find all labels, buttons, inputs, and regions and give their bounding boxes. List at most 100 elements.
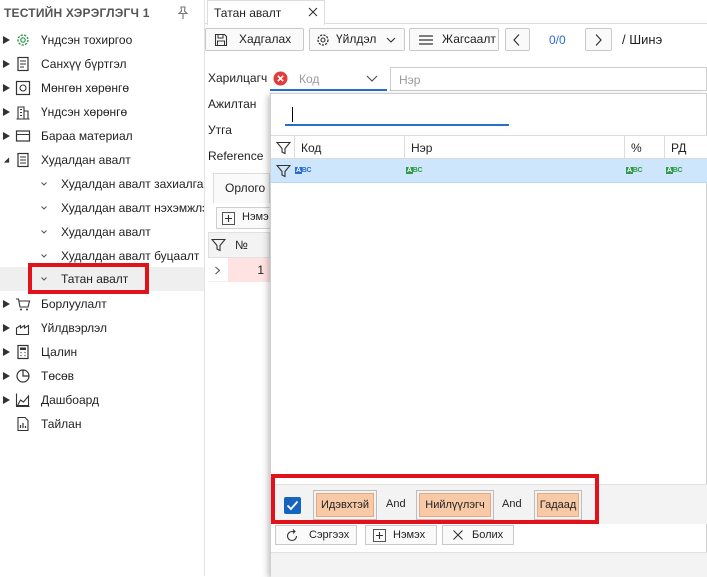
column-header-label: Нэр: [411, 141, 433, 155]
sidebar-item-report[interactable]: Тайлан: [0, 412, 204, 436]
row-number: 1: [228, 258, 270, 282]
sidebar-item-label: Үндсэн хөрөнгө: [41, 105, 128, 119]
text-filter-icon[interactable]: ABC: [626, 166, 643, 176]
chevron-down-icon: [41, 182, 47, 186]
tab-income[interactable]: Орлого: [213, 173, 270, 203]
expand-arrow-icon[interactable]: [3, 36, 10, 44]
partner-code-input[interactable]: Код: [270, 67, 387, 91]
close-icon: [453, 530, 463, 540]
collapse-arrow-icon[interactable]: [3, 156, 10, 164]
expand-arrow-icon[interactable]: [3, 108, 10, 116]
sidebar-item-label: Санхүү бүртгэл: [41, 57, 127, 71]
table-row[interactable]: 1: [208, 258, 270, 282]
sidebar-item-label: Худалдан авалт захиалга: [61, 177, 204, 191]
toolbar: Хадгалах Үйлдэл Жагсаалт 0/0 / Шинэ: [205, 25, 707, 55]
list-button-label: Жагсаалт: [442, 32, 496, 46]
sidebar-item-cash[interactable]: Мөнгөн хөрөнгө: [0, 76, 204, 100]
chevron-left-icon: [513, 34, 520, 46]
ledger-icon: [17, 56, 29, 72]
cancel-button[interactable]: Болих: [442, 525, 514, 545]
receipt-icon: [17, 152, 29, 168]
column-header-label: %: [631, 141, 642, 155]
tab-withdrawal[interactable]: Татан авалт: [207, 0, 325, 25]
sidebar-item-inventory[interactable]: Бараа материал: [0, 124, 204, 148]
column-header-name[interactable]: Нэр: [404, 136, 624, 160]
column-header-percent[interactable]: %: [624, 136, 664, 160]
menu-icon: [419, 35, 433, 45]
expand-arrow-icon[interactable]: [3, 396, 10, 404]
refresh-button[interactable]: Сэргээх: [275, 525, 357, 545]
chevron-right-icon[interactable]: [214, 266, 221, 275]
sidebar-item-fixed-assets[interactable]: Үндсэн хөрөнгө: [0, 100, 204, 124]
chevron-down-icon: [41, 254, 47, 258]
sidebar-item-salary[interactable]: Цалин: [0, 340, 204, 364]
refresh-button-label: Сэргээх: [309, 529, 350, 541]
sidebar-item-dashboard[interactable]: Дашбоард: [0, 388, 204, 412]
text-filter-icon[interactable]: ABC: [666, 166, 683, 176]
box-icon: [15, 130, 31, 142]
expand-arrow-icon[interactable]: [3, 348, 10, 356]
prev-page-button[interactable]: [505, 28, 530, 51]
actions-button-label: Үйлдэл: [336, 32, 377, 46]
column-header-register[interactable]: РД: [664, 136, 707, 160]
save-button[interactable]: Хадгалах: [205, 28, 304, 51]
pin-icon[interactable]: [176, 6, 190, 20]
next-page-button[interactable]: [585, 28, 612, 51]
sidebar-item-budget[interactable]: Төсөв: [0, 364, 204, 388]
sidebar-subitem-purchase-order[interactable]: Худалдан авалт захиалга: [0, 172, 204, 196]
sidebar-item-production[interactable]: Үйлдвэрлэл: [0, 316, 204, 340]
chevron-down-icon: [41, 206, 47, 210]
chevron-down-icon: [41, 230, 47, 234]
reference-label: Reference: [208, 149, 264, 163]
actions-button[interactable]: Үйлдэл: [309, 28, 405, 51]
lines-grid-header: №: [208, 232, 270, 258]
expand-arrow-icon[interactable]: [3, 84, 10, 92]
expand-arrow-icon[interactable]: [3, 132, 10, 140]
popup-search-input[interactable]: [285, 104, 509, 126]
cash-icon: [15, 80, 31, 96]
cart-icon: [16, 298, 31, 311]
building-icon: [16, 106, 30, 120]
text-filter-icon[interactable]: ABC: [406, 166, 423, 176]
save-button-label: Хадгалах: [239, 32, 292, 46]
add-button[interactable]: Нэмэх: [365, 525, 437, 545]
area-chart-icon: [15, 393, 30, 408]
filter-icon[interactable]: [276, 164, 291, 178]
chevron-down-icon: [386, 37, 396, 43]
popup-filter-row[interactable]: ABC ABC ABC ABC: [271, 159, 707, 183]
sidebar-item-settings[interactable]: Үндсэн тохиргоо: [0, 28, 204, 52]
cancel-button-label: Болих: [472, 529, 504, 541]
partner-label: Харилцагч: [208, 71, 268, 85]
expand-arrow-icon[interactable]: [3, 300, 10, 308]
chevron-right-icon: [595, 34, 602, 46]
expand-arrow-icon[interactable]: [3, 324, 10, 332]
sidebar-item-finance[interactable]: Санхүү бүртгэл: [0, 52, 204, 76]
sidebar-item-purchase[interactable]: Худалдан авалт: [0, 148, 204, 172]
sidebar-item-label: Худалдан авалт нэхэмжлэ: [61, 201, 204, 215]
sidebar-subitem-purchase[interactable]: Худалдан авалт: [0, 220, 204, 244]
save-icon: [214, 33, 228, 47]
factory-icon: [15, 324, 30, 336]
error-icon: [273, 71, 288, 86]
text-filter-icon[interactable]: ABC: [295, 166, 312, 176]
list-button[interactable]: Жагсаалт: [409, 28, 499, 51]
sidebar-item-label: Бараа материал: [41, 129, 133, 143]
expand-arrow-icon[interactable]: [3, 60, 10, 68]
partner-name-input[interactable]: Нэр: [390, 67, 707, 91]
grid-number-header: №: [235, 238, 248, 252]
report-icon: [17, 416, 29, 432]
sidebar-item-sales[interactable]: Борлуулалт: [0, 292, 204, 316]
filter-icon[interactable]: [211, 238, 226, 252]
sidebar-item-label: Худалдан авалт: [41, 153, 131, 167]
sidebar-subitem-purchase-invoice[interactable]: Худалдан авалт нэхэмжлэ: [0, 196, 204, 220]
column-header-code[interactable]: Код: [294, 136, 404, 160]
text-caret: [292, 107, 293, 122]
tab-bar: Татан авалт: [205, 0, 707, 25]
close-icon[interactable]: [307, 6, 319, 18]
expand-arrow-icon[interactable]: [3, 372, 10, 380]
add-line-button[interactable]: Нэмэ: [216, 207, 272, 229]
sidebar: ТЕСТИЙН ХЭРЭГЛЭГЧ 1 Үндсэн тохиргоо Санх…: [0, 0, 205, 576]
value-label: Утга: [208, 123, 232, 137]
chevron-down-icon[interactable]: [366, 74, 378, 83]
filter-icon[interactable]: [276, 141, 291, 155]
